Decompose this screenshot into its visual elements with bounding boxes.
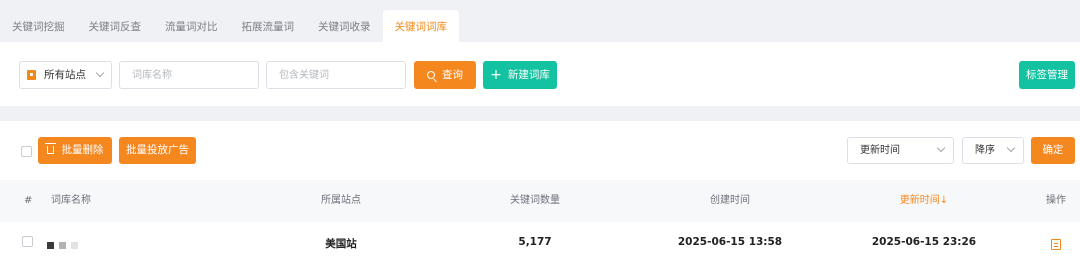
new-library-button[interactable]: + 新建词库 [483,61,557,89]
header-created-time: 创建时间 [710,195,750,206]
tab-keyword-library[interactable]: 关键词词库 [382,10,459,42]
sort-field-value: 更新时间 [860,145,900,156]
trash-icon [44,143,56,154]
sort-order-value: 降序 [975,145,995,156]
tab-keyword-mining[interactable]: 关键词挖掘 [0,10,77,42]
search-icon [427,71,435,79]
table-row: 美国站 5,177 2025-06-15 13:58 2025-06-15 23… [0,222,1080,260]
site-select-value: 所有站点 [44,69,86,81]
chevron-down-icon [95,68,105,78]
search-button-label: 查询 [442,69,463,81]
select-all-checkbox[interactable] [21,146,32,157]
library-name-input[interactable] [119,61,259,89]
keyword-contains-input[interactable] [266,61,406,89]
table-header: # 词库名称 所属站点 关键词数量 创建时间 更新时间↓ 操作 [0,180,1080,222]
plus-icon: + [490,67,502,83]
header-updated-time[interactable]: 更新时间↓ [900,180,948,222]
tag-manage-button[interactable]: 标签管理 [1019,61,1075,89]
sort-field-select[interactable]: 更新时间 [847,137,954,164]
tab-keyword-index[interactable]: 关键词收录 [306,10,383,42]
list-panel: 批量删除 批量投放广告 更新时间 降序 确定 # 词库名称 所属站点 关键词数量… [0,121,1080,260]
cell-updated-time: 2025-06-15 23:26 [871,236,977,248]
header-site: 所属站点 [321,195,361,206]
chevron-down-icon [1006,143,1016,153]
filter-panel: 所有站点 查询 + 新建词库 标签管理 [0,42,1080,106]
cell-site: 美国站 [325,238,357,250]
cell-keyword-count: 5,177 [518,236,552,248]
cell-created-time: 2025-06-15 13:58 [677,236,783,248]
confirm-button[interactable]: 确定 [1031,137,1075,164]
header-index: # [24,195,33,206]
tab-expand-traffic[interactable]: 拓展流量词 [230,10,307,42]
sort-order-select[interactable]: 降序 [962,137,1024,164]
header-keyword-count: 关键词数量 [510,195,560,206]
tab-traffic-compare[interactable]: 流量词对比 [153,10,230,42]
tab-keyword-reverse[interactable]: 关键词反查 [77,10,154,42]
chevron-down-icon [936,143,946,153]
flag-icon [27,70,36,80]
batch-ad-button[interactable]: 批量投放广告 [119,137,196,164]
batch-delete-label: 批量删除 [61,144,104,156]
header-operations: 操作 [1046,195,1066,206]
search-button[interactable]: 查询 [414,61,476,89]
document-icon[interactable] [1051,239,1061,250]
row-checkbox[interactable] [22,236,33,247]
new-library-label: 新建词库 [507,69,550,81]
site-select[interactable]: 所有站点 [19,61,112,89]
tab-bar: 关键词挖掘 关键词反查 流量词对比 拓展流量词 关键词收录 关键词词库 [0,10,459,42]
batch-delete-button[interactable]: 批量删除 [38,137,112,164]
library-name-redacted[interactable] [47,242,78,249]
header-library-name: 词库名称 [51,195,91,206]
